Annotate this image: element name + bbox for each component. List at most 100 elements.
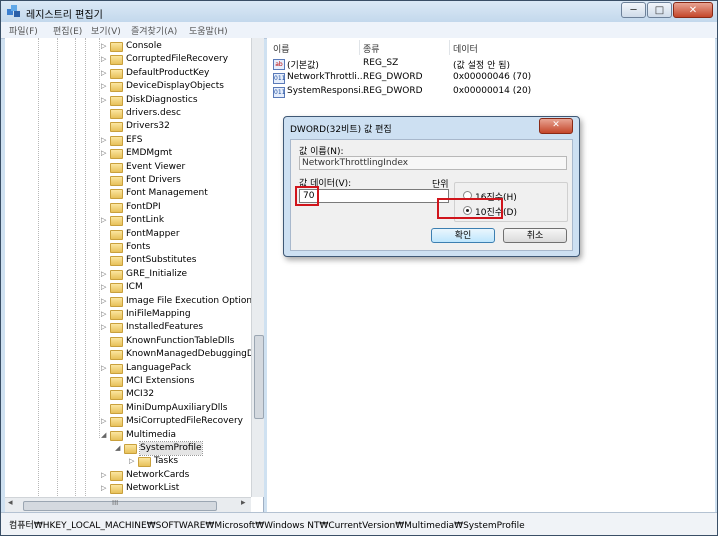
folder-icon xyxy=(110,243,123,253)
expand-arrow-icon[interactable]: ▷ xyxy=(101,40,109,52)
ok-button[interactable]: 확인 xyxy=(431,228,495,243)
values-pane[interactable]: 이름 종류 데이터 ab (기본값) REG_SZ (값 설정 안 됨) 011… xyxy=(267,38,715,512)
tree-item[interactable]: ◢ SystemProfile xyxy=(5,441,251,456)
tree-item[interactable]: Drivers32 xyxy=(5,120,251,133)
menu-view[interactable]: 보기(V) xyxy=(91,24,121,37)
expand-arrow-icon[interactable]: ▷ xyxy=(101,308,109,320)
expand-arrow-icon[interactable]: ▷ xyxy=(101,67,109,79)
menu-favorites[interactable]: 즐겨찾기(A) xyxy=(131,24,177,37)
value-row[interactable]: ab (기본값) REG_SZ (값 설정 안 됨) xyxy=(271,58,711,71)
tree-item[interactable]: ▷ DeviceDisplayObjects xyxy=(5,80,251,93)
expand-arrow-icon[interactable]: ▷ xyxy=(101,94,109,106)
tree-item-label: NetworkList xyxy=(126,483,180,494)
tree-item[interactable]: drivers.desc xyxy=(5,107,251,120)
folder-icon xyxy=(110,256,123,267)
tree-item-label: FontDPI xyxy=(126,201,161,212)
tree-item[interactable]: Font Drivers xyxy=(5,174,251,187)
tree-item[interactable]: ▷ Console xyxy=(5,40,251,53)
tree-item[interactable]: MCI Extensions xyxy=(5,375,251,388)
tree-item-label: Font Management xyxy=(126,188,208,199)
column-divider[interactable] xyxy=(359,40,360,55)
expand-arrow-icon[interactable]: ▷ xyxy=(129,455,137,467)
expand-arrow-icon[interactable]: ▷ xyxy=(101,134,109,146)
expand-arrow-icon[interactable]: ▷ xyxy=(101,80,109,92)
tree-horizontal-scrollbar[interactable]: ◂ III ▸ xyxy=(5,497,251,513)
tree-item-label: Fonts xyxy=(126,242,151,252)
tree-item[interactable]: ▷ DefaultProductKey xyxy=(5,67,251,80)
scroll-left-arrow[interactable]: ◂ xyxy=(8,498,13,508)
folder-icon xyxy=(110,149,123,160)
tree-horizontal-scroll-thumb[interactable]: III xyxy=(23,499,217,511)
tree-item[interactable]: ▷ ICM xyxy=(5,281,251,294)
tree-item[interactable]: ▷ EFS xyxy=(5,134,251,147)
tree-item[interactable]: ◢ Multimedia xyxy=(5,429,251,442)
tree-item[interactable]: ▷ MsiCorruptedFileRecovery xyxy=(5,415,251,428)
expand-arrow-icon[interactable]: ▷ xyxy=(101,281,109,293)
tree-item[interactable]: ▷ GRE_Initialize xyxy=(5,268,251,281)
value-data: 0x00000014 (20) xyxy=(453,86,532,96)
dialog-close-button[interactable]: ✕ xyxy=(539,118,573,134)
expand-arrow-icon[interactable]: ▷ xyxy=(101,321,109,333)
key-tree-pane[interactable]: ▷ Console ▷ CorruptedFileRecovery ▷ DefaultPr… xyxy=(5,38,264,512)
tree-item-label: LanguagePack xyxy=(126,362,192,373)
tree-item[interactable]: ▷ EMDMgmt xyxy=(5,147,251,160)
expand-arrow-icon[interactable]: ▷ xyxy=(101,268,109,280)
string-value-icon: ab xyxy=(273,59,285,70)
tree-item[interactable]: ▷ Image File Execution Options xyxy=(5,295,257,308)
expand-arrow-icon[interactable]: ▷ xyxy=(101,469,109,481)
title-bar: 레지스트리 편집기 ─ □ ✕ xyxy=(1,1,717,22)
tree-item[interactable]: ▷ NetworkCards xyxy=(5,469,251,482)
tree-item[interactable]: ▷ IniFileMapping xyxy=(5,308,251,321)
tree-item[interactable]: ▷ Tasks xyxy=(5,455,251,468)
cancel-button[interactable]: 취소 xyxy=(503,228,567,243)
tree-item[interactable]: ▷ CorruptedFileRecovery xyxy=(5,53,251,66)
value-data-input[interactable]: 70 xyxy=(299,189,449,203)
close-button[interactable]: ✕ xyxy=(673,2,713,18)
minimize-button[interactable]: ─ xyxy=(621,2,646,18)
menu-help[interactable]: 도움말(H) xyxy=(189,24,228,37)
tree-item-label: DiskDiagnostics xyxy=(126,94,198,105)
expand-arrow-icon[interactable]: ▷ xyxy=(101,147,109,159)
tree-item[interactable]: Event Viewer xyxy=(5,161,251,174)
scroll-right-arrow[interactable]: ▸ xyxy=(241,498,246,508)
column-divider[interactable] xyxy=(449,40,450,55)
tree-item[interactable]: ▷ LanguagePack xyxy=(5,362,251,375)
expand-arrow-icon xyxy=(101,187,109,199)
expand-arrow-icon xyxy=(101,348,109,360)
maximize-button[interactable]: □ xyxy=(647,2,672,18)
expand-arrow-icon[interactable]: ▷ xyxy=(101,362,109,374)
tree-item[interactable]: FontSubstitutes xyxy=(5,254,251,267)
expand-arrow-icon[interactable]: ▷ xyxy=(101,482,109,494)
tree-item[interactable]: Fonts xyxy=(5,241,251,254)
menu-edit[interactable]: 편집(E) xyxy=(53,24,82,37)
collapse-arrow-icon[interactable]: ◢ xyxy=(101,429,109,441)
tree-vertical-scroll-thumb[interactable] xyxy=(254,335,264,419)
column-header-name[interactable]: 이름 xyxy=(273,42,290,55)
tree-item[interactable]: KnownFunctionTableDlls xyxy=(5,335,251,348)
expand-arrow-icon[interactable]: ▷ xyxy=(101,295,109,307)
tree-item[interactable]: MCI32 xyxy=(5,388,251,401)
tree-item-label: InstalledFeatures xyxy=(126,322,204,333)
expand-arrow-icon[interactable]: ▷ xyxy=(101,214,109,226)
column-header-type[interactable]: 종류 xyxy=(363,42,380,55)
tree-item[interactable]: ▷ InstalledFeatures xyxy=(5,321,251,334)
value-row[interactable]: 011 NetworkThrottli... REG_DWORD 0x00000… xyxy=(271,72,711,85)
tree-item[interactable]: KnownManagedDebuggingDlls xyxy=(5,348,263,361)
tree-vertical-scrollbar[interactable] xyxy=(251,38,264,497)
tree-item[interactable]: Font Management xyxy=(5,187,251,200)
menu-file[interactable]: 파일(F) xyxy=(9,24,38,37)
tree-item[interactable]: ▷ DiskDiagnostics xyxy=(5,94,251,107)
folder-icon xyxy=(110,68,123,79)
column-header-data[interactable]: 데이터 xyxy=(453,42,478,55)
expand-arrow-icon[interactable]: ▷ xyxy=(101,415,109,427)
tree-item[interactable]: FontDPI xyxy=(5,201,251,214)
tree-item[interactable]: ▷ NetworkList xyxy=(5,482,251,495)
expand-arrow-icon[interactable]: ▷ xyxy=(101,53,109,65)
collapse-arrow-icon[interactable]: ◢ xyxy=(115,442,123,454)
tree-item[interactable]: ▷ FontLink xyxy=(5,214,251,227)
tree-item[interactable]: MiniDumpAuxiliaryDlls xyxy=(5,402,251,415)
folder-icon xyxy=(110,363,123,374)
tree-item[interactable]: FontMapper xyxy=(5,228,251,241)
value-name: SystemResponsi... xyxy=(287,86,370,96)
value-row[interactable]: 011 SystemResponsi... REG_DWORD 0x000000… xyxy=(271,86,711,99)
